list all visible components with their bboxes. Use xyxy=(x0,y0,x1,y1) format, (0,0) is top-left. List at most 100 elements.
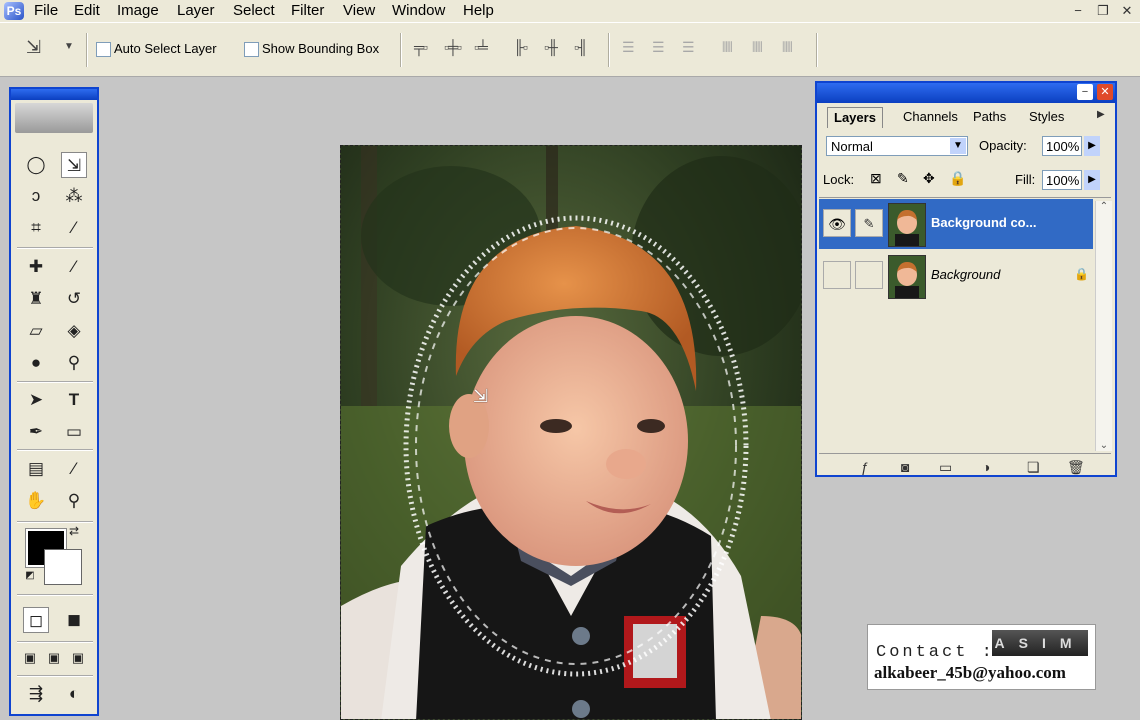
new-layer-icon[interactable]: ❏ xyxy=(1027,459,1040,476)
opacity-field[interactable]: 100% xyxy=(1042,136,1082,156)
opacity-label: Opacity: xyxy=(979,138,1027,153)
distribute-right-icon[interactable]: ⫴⫴ xyxy=(782,39,793,56)
jump-to-imageready-icon[interactable]: ⇶ xyxy=(23,681,49,707)
standard-mode-icon[interactable]: ◻ xyxy=(23,607,49,633)
brush-tool-icon[interactable]: ⁄ xyxy=(61,254,87,280)
menu-select[interactable]: Select xyxy=(233,2,275,19)
lock-pixels-icon[interactable]: ✎ xyxy=(897,170,909,187)
align-vertical-center-icon[interactable]: ▫╪▫ xyxy=(444,39,462,55)
minimize-panel-button[interactable]: − xyxy=(1077,84,1093,100)
history-brush-tool-icon[interactable]: ↺ xyxy=(61,286,87,312)
lock-transparency-icon[interactable]: ⊠ xyxy=(870,170,882,187)
move-tool-preset-icon[interactable]: ⇲ xyxy=(26,37,41,58)
layers-panel-titlebar[interactable]: − ✕ xyxy=(817,83,1115,103)
swap-colors-icon[interactable]: ⇄ xyxy=(66,523,82,539)
imageready-icon[interactable]: ◐ xyxy=(61,681,87,707)
separator xyxy=(819,197,1111,198)
full-screen-menu-mode-icon[interactable]: ▣ xyxy=(41,645,67,671)
default-colors-icon[interactable]: ◩ xyxy=(23,569,37,583)
blur-tool-icon[interactable]: ● xyxy=(23,350,49,376)
lock-all-icon[interactable]: 🔒 xyxy=(949,170,966,187)
photoshop-logo-icon[interactable]: Ps xyxy=(4,2,24,20)
opacity-slider-arrow-icon[interactable]: ▶ xyxy=(1084,136,1100,156)
menu-help[interactable]: Help xyxy=(463,2,494,19)
eyedropper-tool-icon[interactable]: ⁄ xyxy=(61,456,87,482)
pen-tool-icon[interactable]: ✒ xyxy=(23,419,49,445)
marquee-tool-icon[interactable]: ◯ xyxy=(23,152,49,178)
paint-bucket-tool-icon[interactable]: ◈ xyxy=(61,318,87,344)
new-group-icon[interactable]: ▭ xyxy=(939,459,952,476)
background-color-swatch[interactable] xyxy=(44,549,82,585)
toolbox-titlebar[interactable] xyxy=(11,89,97,100)
standard-screen-mode-icon[interactable]: ▣ xyxy=(17,645,43,671)
layer-row-background[interactable]: Background 🔒 xyxy=(819,251,1093,301)
distribute-left-icon[interactable]: ⫴⫴ xyxy=(722,39,733,56)
distribute-hcenter-icon[interactable]: ⫴⫴ xyxy=(752,39,763,56)
tab-channels[interactable]: Channels xyxy=(897,107,964,127)
eye-icon[interactable] xyxy=(823,261,851,289)
menu-edit[interactable]: Edit xyxy=(74,2,100,19)
hand-tool-icon[interactable]: ✋ xyxy=(23,488,49,514)
menu-image[interactable]: Image xyxy=(117,2,159,19)
layer-row-background-copy[interactable]: 👁 ✎ Background co... xyxy=(819,199,1093,249)
restore-button[interactable]: ❐ xyxy=(1094,3,1112,19)
separator xyxy=(17,247,93,249)
scroll-down-icon[interactable]: ⌄ xyxy=(1096,440,1112,451)
path-selection-tool-icon[interactable]: ➤ xyxy=(23,387,49,413)
healing-brush-tool-icon[interactable]: ✚ xyxy=(23,254,49,280)
new-adjustment-layer-icon[interactable]: ◑ xyxy=(982,459,990,475)
tab-layers[interactable]: Layers xyxy=(827,107,883,128)
document-canvas[interactable]: ⇲ xyxy=(340,145,802,720)
move-tool-icon[interactable]: ⇲ xyxy=(61,152,87,178)
add-mask-icon[interactable]: ◙ xyxy=(901,459,909,475)
scroll-up-icon[interactable]: ⌃ xyxy=(1096,201,1112,212)
fill-slider-arrow-icon[interactable]: ▶ xyxy=(1084,170,1100,190)
auto-select-layer-checkbox[interactable] xyxy=(96,42,111,57)
separator xyxy=(17,641,93,643)
align-top-icon[interactable]: ╤▫ xyxy=(414,39,428,55)
distribute-top-icon[interactable]: ☰ xyxy=(622,39,635,56)
distribute-vcenter-icon[interactable]: ☰ xyxy=(652,39,665,56)
lock-position-icon[interactable]: ✥ xyxy=(923,170,935,187)
menu-file[interactable]: File xyxy=(34,2,58,19)
tab-styles[interactable]: Styles xyxy=(1023,107,1070,127)
align-horizontal-center-icon[interactable]: ▫╫ xyxy=(544,39,558,55)
tab-paths[interactable]: Paths xyxy=(967,107,1012,127)
close-panel-button[interactable]: ✕ xyxy=(1097,84,1113,100)
menu-window[interactable]: Window xyxy=(392,2,445,19)
distribute-bottom-icon[interactable]: ☰ xyxy=(682,39,695,56)
fill-field[interactable]: 100% xyxy=(1042,170,1082,190)
menu-layer[interactable]: Layer xyxy=(177,2,215,19)
trash-icon[interactable]: 🗑 xyxy=(1067,459,1085,476)
menu-view[interactable]: View xyxy=(343,2,375,19)
blend-mode-select[interactable]: Normal ▼ xyxy=(826,136,968,156)
align-right-icon[interactable]: ▫╢ xyxy=(574,39,588,55)
eye-icon[interactable]: 👁 xyxy=(823,209,851,237)
type-tool-icon[interactable]: T xyxy=(61,387,87,413)
crop-tool-icon[interactable]: ⌗ xyxy=(23,215,49,241)
adobe-online-icon[interactable] xyxy=(15,103,93,133)
add-layer-style-icon[interactable]: ƒ xyxy=(861,459,869,475)
eraser-tool-icon[interactable]: ▱ xyxy=(23,318,49,344)
dodge-tool-icon[interactable]: ⚲ xyxy=(61,350,87,376)
align-left-icon[interactable]: ╟▫ xyxy=(514,39,528,55)
close-button[interactable]: ✕ xyxy=(1118,3,1136,19)
brush-link-icon[interactable]: ✎ xyxy=(855,209,883,237)
zoom-tool-icon[interactable]: ⚲ xyxy=(61,488,87,514)
magic-wand-tool-icon[interactable]: ⁂ xyxy=(61,183,87,209)
chevron-down-icon[interactable]: ▼ xyxy=(64,41,74,52)
notes-tool-icon[interactable]: ▤ xyxy=(23,456,49,482)
rectangle-tool-icon[interactable]: ▭ xyxy=(61,419,87,445)
slice-tool-icon[interactable]: ⁄ xyxy=(61,215,87,241)
show-bounding-box-checkbox[interactable] xyxy=(244,42,259,57)
clone-stamp-tool-icon[interactable]: ♜ xyxy=(23,286,49,312)
lasso-tool-icon[interactable]: ↄ xyxy=(23,183,49,209)
panel-menu-arrow-icon[interactable]: ▶ xyxy=(1097,109,1105,120)
full-screen-mode-icon[interactable]: ▣ xyxy=(65,645,91,671)
layers-scrollbar[interactable]: ⌃ ⌄ xyxy=(1095,201,1112,451)
link-icon[interactable] xyxy=(855,261,883,289)
align-bottom-icon[interactable]: ▫╧ xyxy=(474,39,488,55)
menu-filter[interactable]: Filter xyxy=(291,2,324,19)
quick-mask-mode-icon[interactable]: ◼ xyxy=(61,607,87,633)
minimize-button[interactable]: − xyxy=(1069,3,1087,19)
